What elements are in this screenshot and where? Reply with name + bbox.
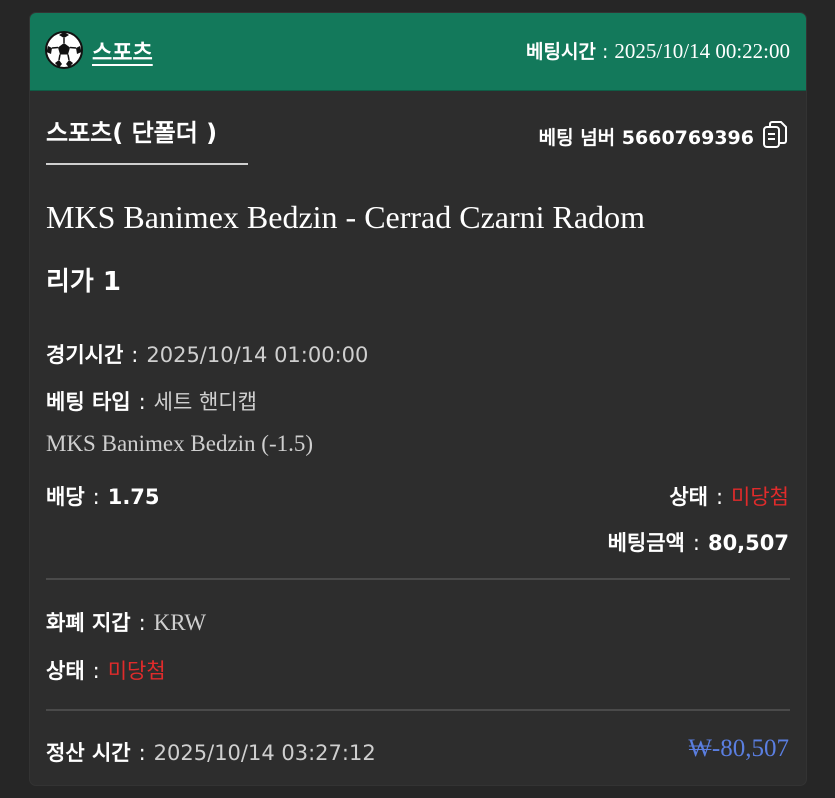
odds-row: 배당:1.75 [46, 481, 160, 511]
settlement-time-value: 2025/10/14 03:27:12 [153, 741, 376, 765]
game-time-value: 2025/10/14 01:00:00 [146, 343, 369, 367]
bet-type-row: 베팅 타입: 세트 핸디캡 [46, 386, 257, 416]
bet-number-value: 5660769396 [621, 127, 754, 149]
divider-2 [46, 709, 790, 711]
match-name: MKS Banimex Bedzin - Cerrad Czarni Radom [46, 199, 645, 235]
header-title[interactable]: 스포츠 [92, 35, 153, 67]
bet-amount-row: 베팅금액:80,507 [608, 527, 789, 557]
category-underline [46, 163, 248, 165]
currency-sep: : [138, 611, 146, 635]
bet-type-label: 베팅 타입 [46, 390, 131, 414]
bet-time-value: 2025/10/14 00:22:00 [614, 39, 790, 63]
card-header: 스포츠 베팅시간 : 2025/10/14 00:22:00 [30, 13, 806, 91]
divider-1 [46, 578, 790, 580]
currency-row: 화폐 지갑: KRW [46, 607, 206, 637]
status-row: 상태: 미당첨 [669, 481, 789, 511]
odds-sep: : [92, 485, 100, 509]
bet-type-sep: : [138, 390, 146, 414]
settlement-amount: ₩-80,507 [688, 735, 789, 762]
status-sep: : [715, 485, 724, 509]
bet-time-label: 베팅시간 [525, 41, 596, 63]
bet-type-value: 세트 핸디캡 [153, 390, 257, 414]
wallet-status-value: 미당첨 [107, 659, 166, 683]
bet-time-sep: : [601, 41, 609, 63]
league-name: 리가 1 [46, 267, 121, 297]
bet-amount-value: 80,507 [707, 531, 789, 555]
settlement-time-label: 정산 시간 [46, 741, 131, 765]
bet-number: 베팅 넘버 5660769396 [539, 123, 754, 150]
selection-row: MKS Banimex Bedzin (-1.5) [46, 431, 313, 457]
bet-card: 스포츠 베팅시간 : 2025/10/14 00:22:00 스포츠( 단폴더 … [30, 13, 806, 785]
odds-label: 배당 [46, 485, 85, 509]
bet-amount-label: 베팅금액 [607, 531, 685, 555]
bet-number-label: 베팅 넘버 [538, 127, 616, 149]
soccer-ball-icon [45, 31, 83, 69]
settlement-row: 정산 시간:2025/10/14 03:27:12 [46, 737, 376, 767]
bet-category: 스포츠( 단폴더 ) [46, 119, 218, 147]
odds-value: 1.75 [107, 485, 160, 509]
bet-amount-sep: : [692, 531, 700, 555]
bet-time: 베팅시간 : 2025/10/14 00:22:00 [526, 37, 790, 64]
game-time-row: 경기시간:2025/10/14 01:00:00 [46, 339, 368, 369]
status-label: 상태 [669, 485, 708, 509]
game-time-sep: : [131, 343, 139, 367]
selection-value: MKS Banimex Bedzin (-1.5) [46, 431, 314, 456]
currency-label: 화폐 지갑 [46, 611, 131, 635]
settlement-sep: : [138, 741, 146, 765]
game-time-label: 경기시간 [46, 343, 124, 367]
wallet-status-label: 상태 [46, 659, 85, 683]
wallet-status-row: 상태: 미당첨 [46, 655, 166, 685]
copy-icon[interactable] [762, 120, 788, 150]
status-value: 미당첨 [731, 485, 789, 509]
wallet-status-sep: : [92, 659, 100, 683]
currency-value: KRW [153, 610, 207, 635]
